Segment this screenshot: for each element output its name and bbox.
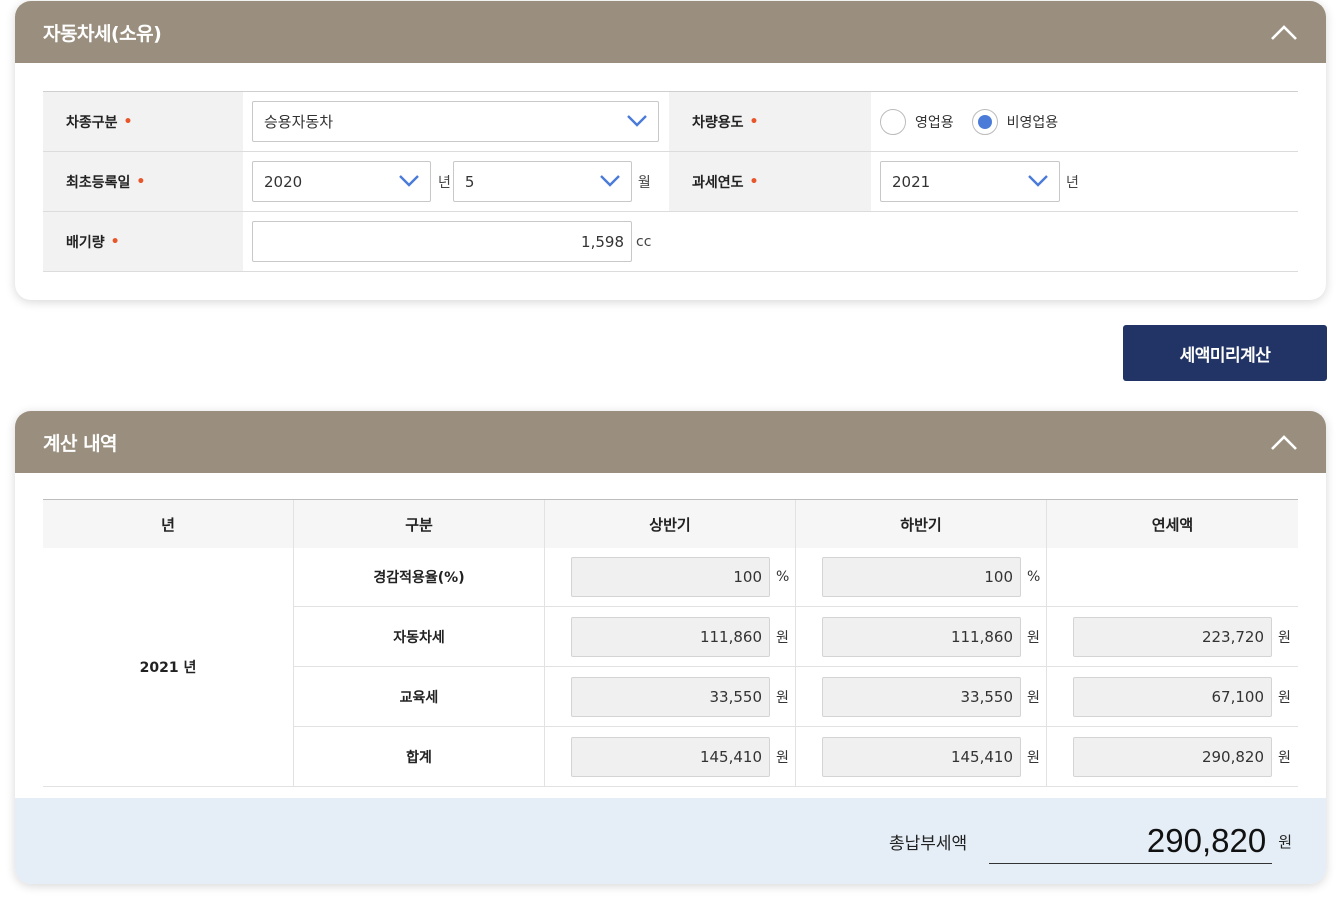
vehicle-use-label: 차량용도 • <box>669 92 871 151</box>
header-first-half: 상반기 <box>545 500 796 548</box>
radio-selected-icon <box>971 108 998 135</box>
vehicle-tax-panel: 자동차세(소유) 차종구분 • 승용자동차 차량용도 • 영업용 비영업용 최초… <box>15 1 1326 300</box>
radio-circle-icon <box>880 108 906 135</box>
annual-value: 290,820 <box>1073 736 1272 777</box>
first-half-value: 100 <box>571 557 770 597</box>
second-half-value: 33,550 <box>822 676 1021 717</box>
chevron-down-icon <box>1027 174 1049 192</box>
vehicle-type-label: 차종구분 • <box>43 92 243 151</box>
total-tax-label: 총납부세액 <box>888 833 968 854</box>
radio-commercial[interactable]: 영업용 <box>880 108 954 135</box>
required-mark: • <box>110 233 120 250</box>
result-panel-title: 계산 내역 <box>43 432 118 455</box>
second-half-value: 111,860 <box>822 616 1021 657</box>
registration-year-select[interactable]: 2020 <box>252 161 431 202</box>
chevron-down-icon <box>626 114 648 132</box>
second-half-value: 100 <box>822 557 1021 597</box>
vehicle-type-select[interactable]: 승용자동차 <box>252 101 659 142</box>
table-row: 자동차세 111,860 원 111,860 원 223,720 원 <box>294 607 1298 667</box>
header-year: 년 <box>43 500 294 548</box>
radio-noncommercial[interactable]: 비영업용 <box>971 108 1058 135</box>
required-mark: • <box>749 113 759 130</box>
calculate-tax-button[interactable]: 세액미리계산 <box>1123 325 1327 381</box>
first-half-value: 145,410 <box>571 736 770 777</box>
second-half-value: 145,410 <box>822 736 1021 777</box>
form-row-displacement: 배기량 • 1,598 cc <box>43 212 1298 272</box>
chevron-down-icon <box>398 174 420 192</box>
row-label: 합계 <box>294 727 545 786</box>
total-tax-value: 290,820 <box>989 818 1273 864</box>
required-mark: • <box>123 113 133 130</box>
header-second-half: 하반기 <box>796 500 1047 548</box>
tax-year-unit: 년 <box>1066 174 1079 191</box>
calculation-result-panel: 계산 내역 년 구분 상반기 하반기 연세액 2021 년 경감적용율(%) 1… <box>15 411 1326 884</box>
registration-month-select[interactable]: 5 <box>452 161 632 202</box>
row-label: 자동차세 <box>294 607 545 666</box>
annual-empty-cell <box>1047 548 1298 606</box>
total-tax-bar: 총납부세액 290,820 원 <box>15 798 1326 884</box>
total-tax-unit: 원 <box>1278 832 1292 851</box>
result-table-header: 년 구분 상반기 하반기 연세액 <box>43 500 1298 548</box>
first-half-value: 111,860 <box>571 616 770 657</box>
form-row-registration: 최초등록일 • 2020 년 5 월 과세연도 • 2021 년 <box>43 152 1298 212</box>
chevron-down-icon <box>599 174 621 192</box>
month-unit: 월 <box>637 174 651 191</box>
displacement-label: 배기량 • <box>43 212 243 271</box>
result-panel-header: 계산 내역 <box>15 411 1326 473</box>
table-row: 합계 145,410 원 145,410 원 290,820 원 <box>294 727 1298 787</box>
first-half-value: 33,550 <box>571 676 770 717</box>
required-mark: • <box>136 173 146 190</box>
collapse-chevron-up-icon[interactable] <box>1270 428 1298 456</box>
tax-year-label: 과세연도 • <box>669 152 871 211</box>
required-mark: • <box>749 173 759 190</box>
displacement-unit: cc <box>636 233 652 250</box>
table-row: 교육세 33,550 원 33,550 원 67,100 원 <box>294 667 1298 727</box>
header-category: 구분 <box>294 500 545 548</box>
vehicle-panel-title: 자동차세(소유) <box>43 22 162 45</box>
year-unit: 년 <box>438 174 451 191</box>
vehicle-panel-header: 자동차세(소유) <box>15 1 1326 63</box>
year-cell: 2021 년 <box>43 548 294 787</box>
row-label: 경감적용율(%) <box>294 548 545 606</box>
tax-year-select[interactable]: 2021 <box>880 161 1060 202</box>
first-registration-label: 최초등록일 • <box>43 152 243 211</box>
result-table: 년 구분 상반기 하반기 연세액 2021 년 경감적용율(%) 100 % 1… <box>43 499 1298 787</box>
collapse-chevron-up-icon[interactable] <box>1270 18 1298 46</box>
header-annual: 연세액 <box>1151 515 1194 534</box>
annual-value: 223,720 <box>1073 616 1272 657</box>
form-row-type: 차종구분 • 승용자동차 차량용도 • 영업용 비영업용 <box>43 92 1298 152</box>
annual-value: 67,100 <box>1073 676 1272 717</box>
displacement-input[interactable]: 1,598 <box>252 221 632 262</box>
vehicle-form: 차종구분 • 승용자동차 차량용도 • 영업용 비영업용 최초등록일 • 202… <box>43 91 1298 272</box>
row-label: 교육세 <box>294 667 545 726</box>
table-row: 경감적용율(%) 100 % 100 % <box>294 548 1298 607</box>
